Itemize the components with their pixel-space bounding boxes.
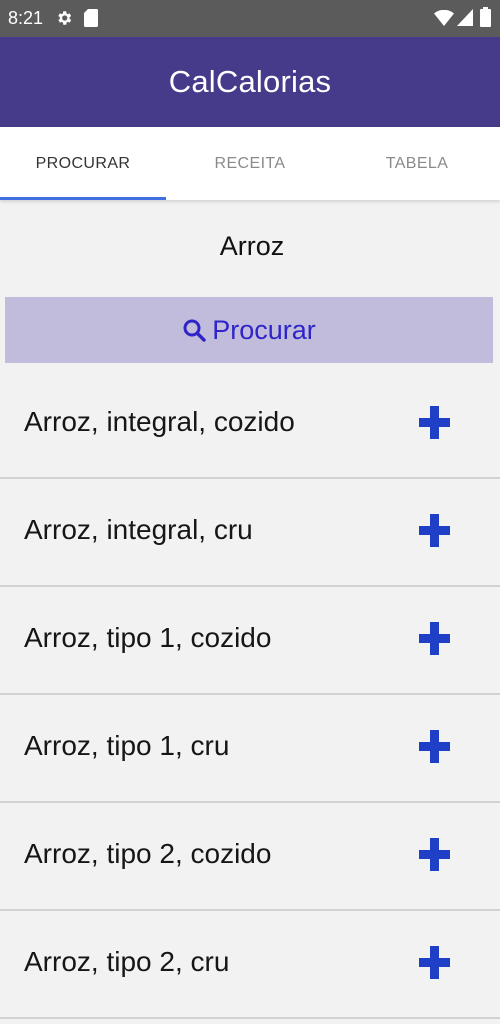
list-item: Arroz, tipo 1, cozido <box>0 587 500 695</box>
plus-icon[interactable] <box>419 730 450 763</box>
tab-tabela[interactable]: TABELA <box>334 127 500 200</box>
search-input[interactable] <box>0 215 500 277</box>
signal-icon <box>457 9 473 26</box>
search-button[interactable]: Procurar <box>5 297 493 363</box>
plus-icon[interactable] <box>419 622 450 655</box>
plus-icon[interactable] <box>419 514 450 547</box>
search-icon <box>183 319 206 342</box>
list-item: Arroz, integral, cozido <box>0 371 500 479</box>
list-item: Arroz, integral, cru <box>0 479 500 587</box>
battery-icon <box>480 7 491 27</box>
gear-icon <box>58 11 72 25</box>
list-item-label: Arroz, integral, cru <box>24 514 253 545</box>
status-bar: 8:21 <box>0 0 500 37</box>
result-list: Arroz, integral, cozido Arroz, integral,… <box>0 371 500 1019</box>
list-item: Arroz, tipo 2, cozido <box>0 803 500 911</box>
tab-procurar[interactable]: PROCURAR <box>0 127 166 200</box>
list-item-label: Arroz, tipo 2, cozido <box>24 838 272 869</box>
list-item-label: Arroz, tipo 1, cozido <box>24 622 272 653</box>
tab-indicator <box>0 197 166 200</box>
sd-card-icon <box>84 9 98 27</box>
app-title: CalCalorias <box>168 64 332 99</box>
tab-receita[interactable]: RECEITA <box>167 127 333 200</box>
app-bar: CalCalorias <box>0 37 500 127</box>
plus-icon[interactable] <box>419 406 450 439</box>
list-item-label: Arroz, tipo 2, cru <box>24 946 230 977</box>
wifi-icon <box>434 10 454 26</box>
list-item: Arroz, tipo 2, cru <box>0 911 500 1019</box>
tab-bar: PROCURAR RECEITA TABELA <box>0 127 500 200</box>
list-item: Arroz, tipo 1, cru <box>0 695 500 803</box>
plus-icon[interactable] <box>419 838 450 871</box>
status-time: 8:21 <box>8 8 44 28</box>
plus-icon[interactable] <box>419 946 450 979</box>
list-item-label: Arroz, integral, cozido <box>24 406 295 437</box>
list-item-label: Arroz, tipo 1, cru <box>24 730 230 761</box>
search-button-label: Procurar <box>212 314 316 345</box>
